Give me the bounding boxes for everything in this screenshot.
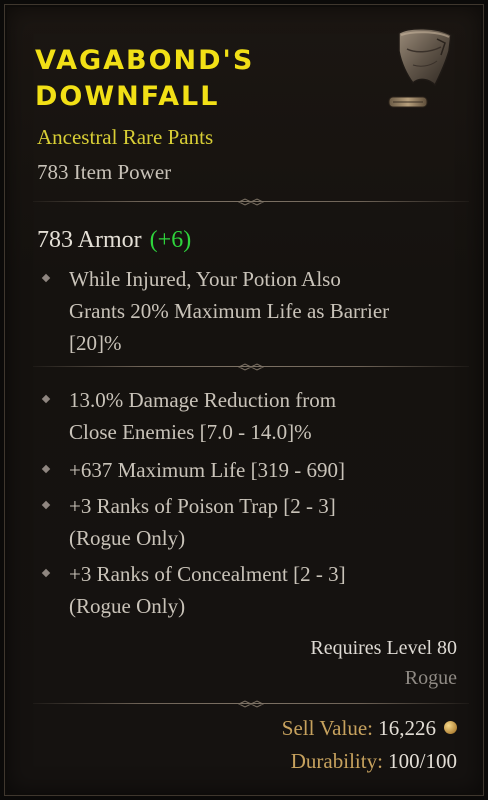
affix-line: 13.0% Damage Reduction from <box>69 388 337 412</box>
durability: Durability: 100/100 <box>291 749 457 774</box>
affix-line: (Rogue Only) <box>69 526 186 550</box>
pants-icon <box>388 28 452 108</box>
affix-line: Grants 20% Maximum Life as Barrier <box>69 299 390 323</box>
affix-line: +3 Ranks of Poison Trap [2 - 3] <box>69 494 336 518</box>
gold-coin-icon <box>444 721 457 734</box>
sell-label: Sell Value: <box>281 716 373 740</box>
affix-line: +637 Maximum Life [319 - 690] <box>69 458 346 482</box>
affix-concealment: +3 Ranks of Concealment [2 - 3] (Rogue O… <box>37 558 457 622</box>
item-tooltip: VAGABOND'S DOWNFALL Ancestral Rare Pants… <box>4 4 484 796</box>
item-name: VAGABOND'S DOWNFALL <box>35 43 254 115</box>
section-divider <box>33 197 469 207</box>
required-level: Requires Level 80 <box>310 637 457 659</box>
item-power: 783 Item Power <box>37 160 172 184</box>
durability-label: Durability: <box>290 749 383 773</box>
affix-line: +3 Ranks of Concealment [2 - 3] <box>69 562 346 586</box>
item-name-line-1: VAGABOND'S <box>35 45 255 76</box>
armor-diff: (+6) <box>149 227 192 253</box>
durability-amount: 100/100 <box>388 749 457 773</box>
sell-value: Sell Value: 16,226 <box>282 716 457 741</box>
item-subtype: Ancestral Rare Pants <box>37 125 214 149</box>
affix-maximum-life: +637 Maximum Life [319 - 690] <box>37 454 457 486</box>
required-class: Rogue <box>404 667 457 689</box>
affix-line: [20]% <box>69 331 122 355</box>
item-name-line-2: DOWNFALL <box>35 81 220 112</box>
affix-line: While Injured, Your Potion Also <box>69 267 341 291</box>
affix-damage-reduction: 13.0% Damage Reduction from Close Enemie… <box>37 384 457 448</box>
implicit-affix: While Injured, Your Potion Also Grants 2… <box>37 263 457 359</box>
armor-value: 783 Armor <box>37 227 142 253</box>
affix-line: (Rogue Only) <box>69 594 186 618</box>
affix-line: Close Enemies [7.0 - 14.0]% <box>69 420 312 444</box>
armor-stat: 783 Armor (+6) <box>37 227 191 254</box>
affix-poison-trap: +3 Ranks of Poison Trap [2 - 3] (Rogue O… <box>37 490 457 554</box>
section-divider <box>33 699 469 709</box>
sell-amount: 16,226 <box>378 716 436 740</box>
section-divider <box>33 362 469 372</box>
